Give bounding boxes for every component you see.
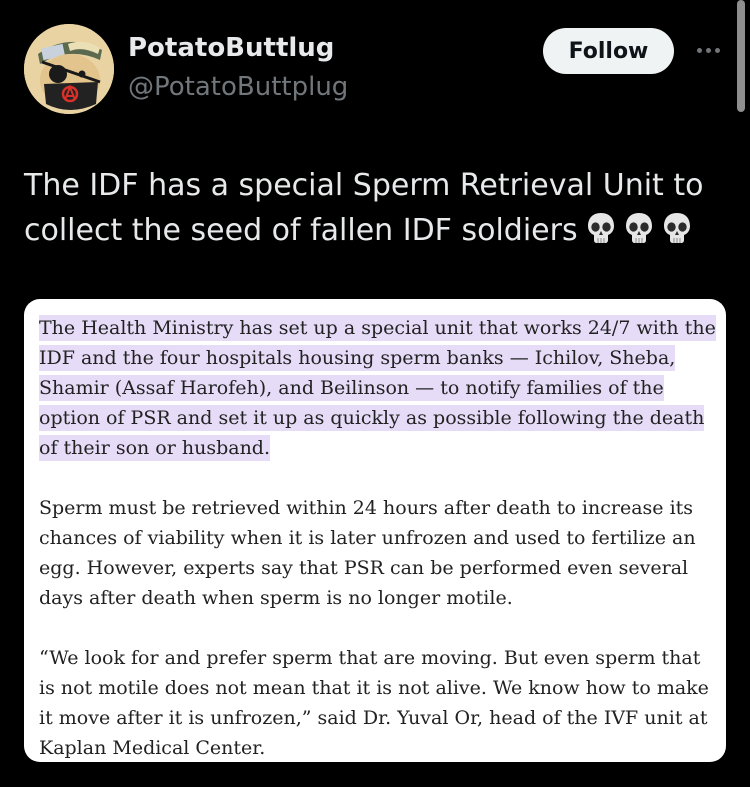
follow-button[interactable]: Follow — [543, 28, 674, 74]
article-paragraph: The Health Ministry has set up a special… — [39, 313, 719, 463]
skull-icon — [587, 213, 614, 243]
author-display-name[interactable]: PotatoButtlug — [128, 33, 334, 63]
skull-icon — [663, 213, 690, 243]
tweet-media-image[interactable]: The Health Ministry has set up a special… — [24, 299, 726, 762]
avatar-pirate-potato-icon — [24, 24, 114, 114]
tweet-text-block: The IDF has a special Sperm Retrieval Un… — [24, 163, 724, 253]
more-dot — [705, 47, 711, 53]
author-handle[interactable]: @PotatoButtplug — [128, 72, 348, 102]
scrollbar[interactable] — [737, 0, 745, 112]
skull-icon — [625, 213, 652, 243]
article-paragraph: “We look for and prefer sperm that are m… — [39, 647, 709, 759]
article-paragraph: Sperm must be retrieved within 24 hours … — [39, 497, 696, 609]
article-excerpt: The Health Ministry has set up a special… — [39, 313, 719, 762]
avatar[interactable] — [24, 24, 114, 114]
highlighted-paragraph-text: The Health Ministry has set up a special… — [39, 315, 716, 461]
more-dot — [696, 47, 702, 53]
more-horizontal-icon[interactable] — [690, 36, 726, 64]
more-dot — [714, 47, 720, 53]
skull-emoji-group — [578, 213, 692, 248]
